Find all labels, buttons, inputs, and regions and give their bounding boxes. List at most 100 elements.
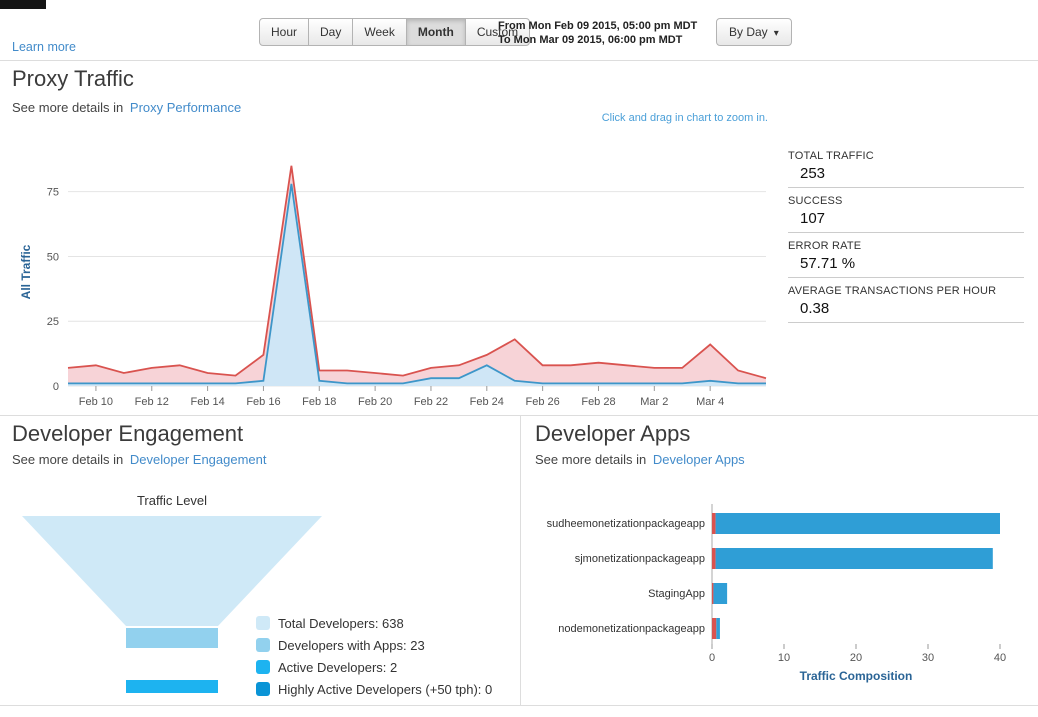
- legend-label: Active Developers: 2: [278, 659, 398, 675]
- legend-row: Total Developers: 638: [256, 612, 492, 634]
- legend-row: Highly Active Developers (+50 tph): 0: [256, 678, 492, 700]
- legend-swatch-icon: [256, 682, 270, 696]
- x-axis-label: Traffic Composition: [800, 669, 913, 683]
- proxy-performance-link[interactable]: Proxy Performance: [130, 100, 241, 115]
- stat-row: AVERAGE TRANSACTIONS PER HOUR 0.38: [788, 285, 1024, 323]
- legend-label: Total Developers: 638: [278, 615, 404, 631]
- svg-text:30: 30: [922, 652, 934, 664]
- developer-apps-link[interactable]: Developer Apps: [653, 452, 745, 467]
- funnel-segment-active: [126, 680, 218, 693]
- caret-down-icon: ▾: [773, 28, 779, 39]
- zoom-hint: Click and drag in chart to zoom in.: [601, 112, 768, 124]
- developer-apps-title: Developer Apps: [535, 421, 691, 446]
- svg-text:Mar 2: Mar 2: [640, 396, 668, 408]
- proxy-traffic-chart[interactable]: 0 25 50 75 Feb 10 Feb 12 Feb 14 Feb 16 Feb 18 Feb…: [0, 128, 790, 423]
- funnel-segment-total: [22, 516, 322, 626]
- stat-row: TOTAL TRAFFIC 253: [788, 150, 1024, 188]
- developer-engagement-title: Developer Engagement: [12, 421, 244, 446]
- svg-text:0: 0: [709, 652, 715, 664]
- bar-errors: [712, 548, 716, 569]
- legend-swatch-icon: [256, 616, 270, 630]
- range-button-hour[interactable]: Hour: [259, 18, 310, 46]
- details-prefix: See more details in: [535, 452, 647, 467]
- area-success: [68, 183, 766, 386]
- stat-label: TOTAL TRAFFIC: [788, 150, 874, 162]
- legend-swatch-icon: [256, 660, 270, 674]
- granularity-label: By Day: [729, 25, 768, 39]
- svg-text:Mar 4: Mar 4: [696, 396, 724, 408]
- svg-text:Feb 18: Feb 18: [302, 396, 336, 408]
- bar-success: [715, 548, 993, 569]
- range-button-day[interactable]: Day: [308, 18, 354, 46]
- date-to: To Mon Mar 09 2015, 06:00 pm MDT: [498, 34, 683, 46]
- stat-row: SUCCESS 107: [788, 195, 1024, 233]
- proxy-stats: TOTAL TRAFFIC 253 SUCCESS 107 ERROR RATE 57.7…: [788, 150, 1024, 330]
- range-button-week[interactable]: Week: [352, 18, 407, 46]
- funnel-segment-with-apps: [126, 628, 218, 648]
- stat-value: 0.38: [800, 300, 830, 317]
- svg-text:0: 0: [53, 381, 59, 393]
- range-button-month[interactable]: Month: [405, 18, 466, 46]
- developer-engagement-subtitle: See more details in Developer Engagement: [12, 452, 267, 467]
- area-all-traffic: [68, 165, 766, 386]
- funnel-title: Traffic Level: [136, 493, 208, 508]
- svg-text:40: 40: [994, 652, 1006, 664]
- stat-label: ERROR RATE: [788, 240, 862, 252]
- divider-bottom: [0, 705, 1038, 706]
- bar-success: [713, 583, 728, 604]
- stat-value: 57.71 %: [800, 255, 856, 272]
- svg-text:sudheemonetizationpackageapp: sudheemonetizationpackageapp: [547, 518, 705, 530]
- bar-success: [715, 513, 1000, 534]
- bar-errors: [712, 513, 716, 534]
- bar-errors: [712, 583, 714, 604]
- stat-value: 253: [800, 165, 826, 182]
- svg-text:Feb 20: Feb 20: [358, 396, 392, 408]
- line-success: [68, 183, 766, 385]
- stat-label: AVERAGE TRANSACTIONS PER HOUR: [788, 285, 997, 297]
- proxy-traffic-chart-svg[interactable]: 0 25 50 75 Feb 10 Feb 12 Feb 14 Feb 16 Feb 18 Feb…: [0, 128, 790, 418]
- svg-text:50: 50: [47, 251, 59, 263]
- developer-apps-chart: 0 10 20 30 40 sudheemonetizationpackageapp sjm…: [530, 498, 1030, 698]
- divider-top: [0, 60, 1038, 61]
- date-range-text: From Mon Feb 09 2015, 05:00 pm MDT To Mo…: [498, 19, 697, 47]
- divider-middle: [0, 415, 1038, 416]
- date-from: From Mon Feb 09 2015, 05:00 pm MDT: [498, 20, 698, 32]
- legend-swatch-icon: [256, 638, 270, 652]
- bar-success: [716, 618, 720, 639]
- svg-text:10: 10: [778, 652, 790, 664]
- analytics-dashboard: Learn more Hour Day Week Month Custom From M…: [0, 0, 1038, 717]
- time-range-group: Hour Day Week Month Custom: [259, 18, 531, 46]
- svg-text:25: 25: [47, 316, 59, 328]
- stat-value: 107: [800, 210, 826, 227]
- svg-text:Feb 22: Feb 22: [414, 396, 448, 408]
- details-prefix: See more details in: [12, 100, 124, 115]
- developer-apps-chart-svg: 0 10 20 30 40 sudheemonetizationpackageapp sjm…: [547, 504, 1006, 683]
- developer-engagement-link[interactable]: Developer Engagement: [130, 452, 267, 467]
- svg-text:Feb 16: Feb 16: [246, 396, 280, 408]
- developer-apps-subtitle: See more details in Developer Apps: [535, 452, 745, 467]
- line-all-traffic: [67, 165, 767, 380]
- y-axis-label: All Traffic: [19, 244, 33, 299]
- divider-vertical: [520, 415, 521, 705]
- learn-more-link[interactable]: Learn more: [12, 40, 76, 54]
- svg-text:20: 20: [850, 652, 862, 664]
- granularity-dropdown-button[interactable]: By Day ▾: [716, 18, 792, 46]
- svg-text:Feb 10: Feb 10: [79, 396, 113, 408]
- bar-errors: [712, 618, 717, 639]
- svg-text:Feb 26: Feb 26: [526, 396, 560, 408]
- svg-text:sjmonetizationpackageapp: sjmonetizationpackageapp: [575, 553, 705, 565]
- legend-label: Highly Active Developers (+50 tph): 0: [278, 681, 493, 697]
- stat-label: SUCCESS: [788, 195, 843, 207]
- svg-text:nodemonetizationpackageapp: nodemonetizationpackageapp: [558, 623, 705, 635]
- svg-text:Feb 14: Feb 14: [190, 396, 224, 408]
- navbar-fragment: [0, 0, 46, 9]
- svg-text:75: 75: [47, 187, 59, 199]
- details-prefix: See more details in: [12, 452, 124, 467]
- stat-row: ERROR RATE 57.71 %: [788, 240, 1024, 278]
- svg-text:Feb 28: Feb 28: [581, 396, 615, 408]
- funnel-legend: Total Developers: 638 Developers with App…: [256, 612, 492, 700]
- svg-text:Feb 24: Feb 24: [470, 396, 504, 408]
- legend-row: Active Developers: 2: [256, 656, 492, 678]
- svg-text:StagingApp: StagingApp: [648, 588, 705, 600]
- proxy-traffic-subtitle: See more details in Proxy Performance: [12, 100, 241, 115]
